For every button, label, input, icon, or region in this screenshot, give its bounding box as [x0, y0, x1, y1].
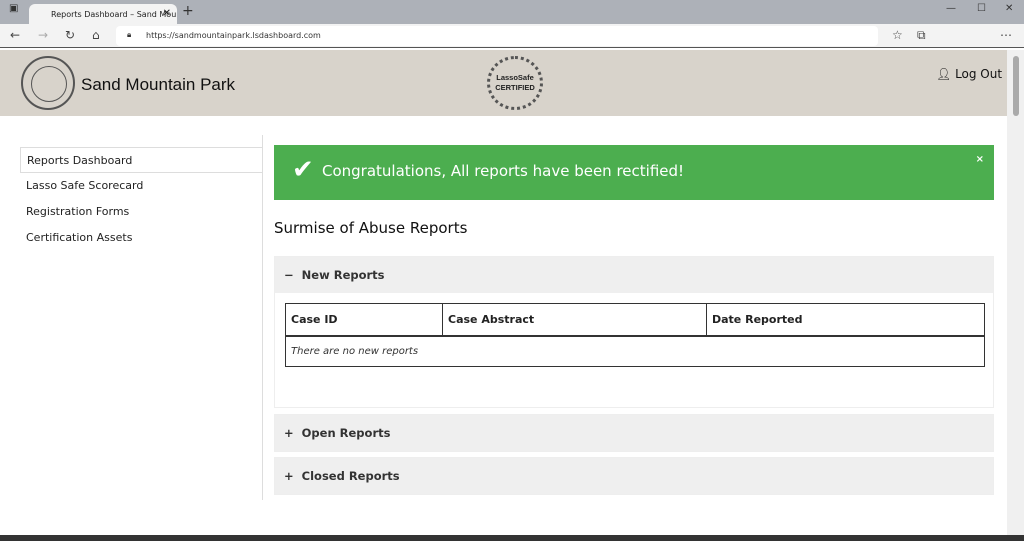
sidebar-item-lasso-safe-scorecard[interactable]: Lasso Safe Scorecard [20, 173, 262, 199]
new-reports-table: Case ID Case Abstract Date Reported There … [285, 303, 985, 367]
logout-link[interactable]: 👤︎ Log Out [936, 67, 1002, 81]
column-header: Case Abstract [442, 303, 707, 337]
browser-tabbar: ▣ Reports Dashboard – Sand Moun ✕ + — ☐ ✕ [0, 0, 1024, 24]
more-icon[interactable]: ⋯ [1000, 28, 1012, 42]
taskbar-edge [0, 535, 1024, 541]
back-icon[interactable]: ← [10, 28, 20, 42]
expand-icon: + [284, 469, 294, 483]
column-header: Case ID [285, 303, 443, 337]
lock-icon: 🔒︎ [127, 30, 132, 39]
site-header: Sand Mountain Park LassoSafe CERTIFIED 👤… [0, 50, 1007, 116]
scrollbar[interactable] [1007, 50, 1024, 535]
sidebar-item-reports-dashboard[interactable]: Reports Dashboard [20, 147, 262, 173]
maximize-icon[interactable]: ☐ [977, 3, 986, 14]
collapse-icon: − [284, 268, 294, 282]
browser-tab[interactable]: Reports Dashboard – Sand Moun ✕ [29, 4, 177, 24]
panel-header-closed-reports[interactable]: + Closed Reports [275, 458, 993, 494]
empty-table-message: There are no new reports [285, 335, 985, 367]
minimize-icon[interactable]: — [946, 3, 956, 14]
forward-icon[interactable]: → [38, 28, 48, 42]
column-header: Date Reported [706, 303, 985, 337]
panel-header-open-reports[interactable]: + Open Reports [275, 415, 993, 451]
new-tab-icon[interactable]: + [182, 3, 194, 19]
sidebar-item-certification-assets[interactable]: Certification Assets [20, 225, 262, 251]
scrollbar-thumb[interactable] [1013, 56, 1019, 116]
close-tab-icon[interactable]: ✕ [163, 8, 171, 19]
panel-label: Closed Reports [301, 469, 400, 483]
tab-title: Reports Dashboard – Sand Moun [51, 10, 177, 19]
park-logo [21, 56, 75, 110]
site-name: Sand Mountain Park [81, 75, 236, 94]
page-title: Surmise of Abuse Reports [274, 219, 468, 237]
collections-icon[interactable]: ⧉ [917, 28, 926, 43]
checkmark-icon: ✔ [292, 155, 314, 185]
panel-header-new-reports[interactable]: − New Reports [275, 257, 993, 293]
success-alert: ✔ Congratulations, All reports have been… [274, 145, 994, 200]
panel-open-reports: + Open Reports [274, 414, 994, 452]
panel-closed-reports: + Closed Reports [274, 457, 994, 495]
sidebar-item-registration-forms[interactable]: Registration Forms [20, 199, 262, 225]
user-icon: 👤︎ [936, 67, 952, 81]
url-input[interactable]: 🔒︎ https://sandmountainpark.lsdashboard.c… [116, 26, 878, 46]
panel-label: Open Reports [301, 426, 391, 440]
home-icon[interactable]: ⌂ [92, 28, 100, 42]
refresh-icon[interactable]: ↻ [65, 28, 75, 42]
close-alert-icon[interactable]: × [976, 154, 984, 165]
panel-new-reports: − New Reports Case ID Case Abstract Date R… [274, 256, 994, 408]
url-text: https://sandmountainpark.lsdashboard.com [146, 31, 321, 40]
favorites-icon[interactable]: ☆ [892, 28, 903, 42]
address-bar-row: ← → ↻ ⌂ 🔒︎ https://sandmountainpark.lsdas… [0, 24, 1024, 48]
cert-badge-text: LassoSafe CERTIFIED [495, 73, 535, 92]
tab-actions-icon[interactable]: ▣ [9, 3, 18, 14]
logout-label: Log Out [955, 67, 1003, 81]
expand-icon: + [284, 426, 294, 440]
alert-message: Congratulations, All reports have been r… [322, 162, 685, 180]
close-window-icon[interactable]: ✕ [1005, 3, 1013, 14]
sidebar: Reports Dashboard Lasso Safe Scorecard R… [20, 135, 263, 500]
lassosafe-certified-badge: LassoSafe CERTIFIED [487, 56, 543, 110]
panel-label: New Reports [301, 268, 385, 282]
